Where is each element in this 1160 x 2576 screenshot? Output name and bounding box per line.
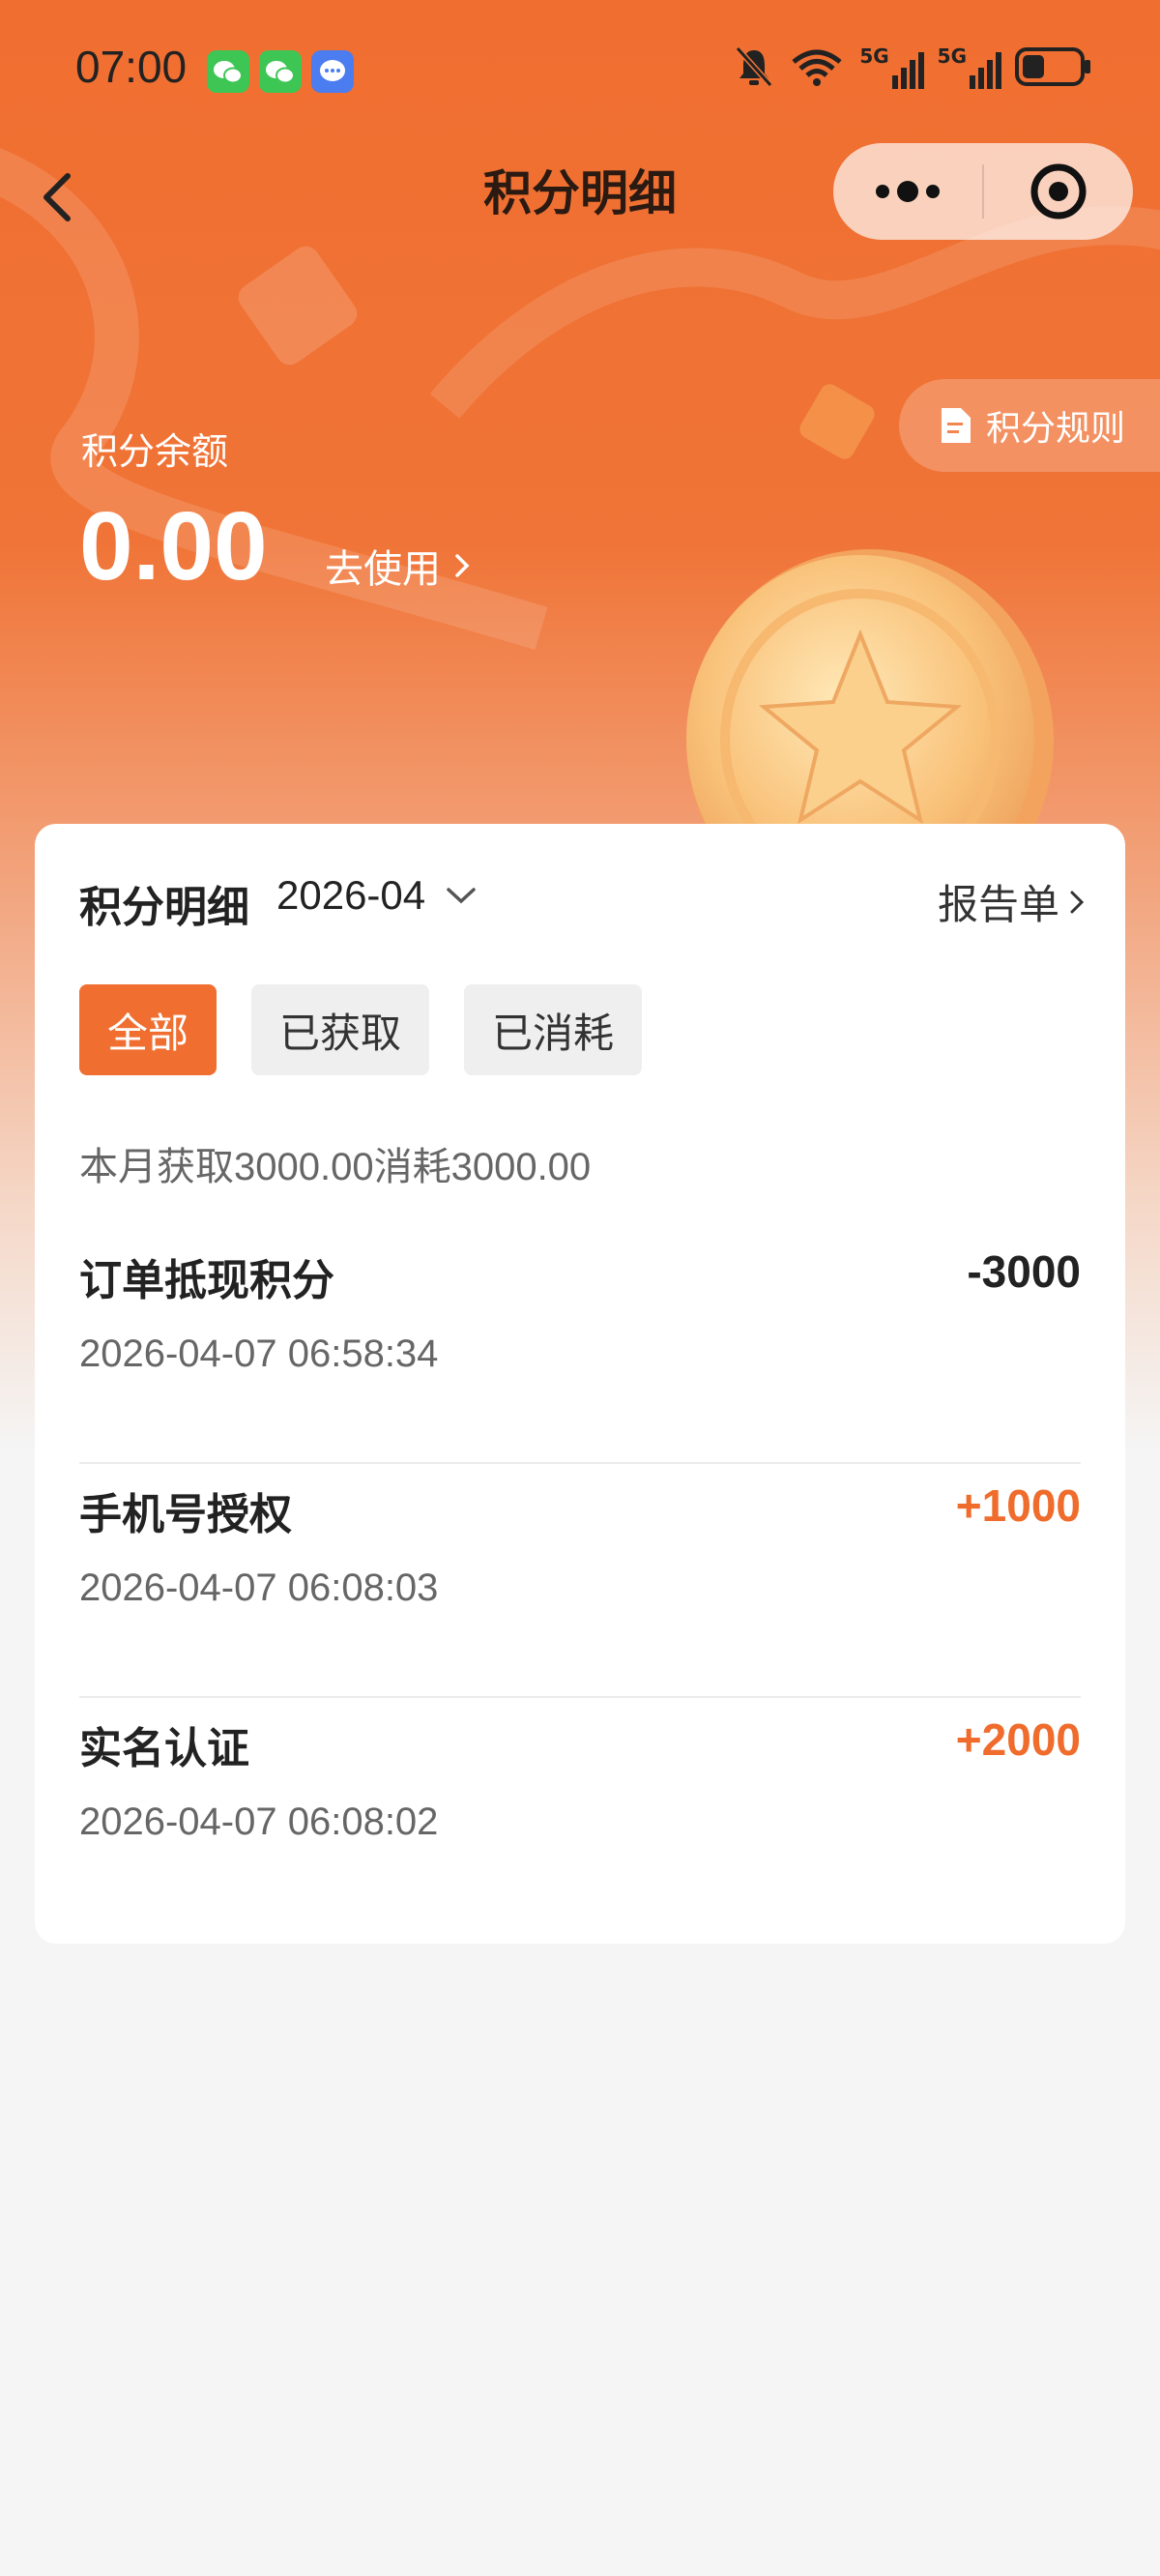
transaction-row[interactable]: 实名认证 +2000 2026-04-07 06:08:02 xyxy=(79,1698,1081,1932)
close-miniprogram-button[interactable] xyxy=(984,143,1133,240)
transaction-amount: -3000 xyxy=(967,1246,1081,1297)
transaction-time: 2026-04-07 06:08:02 xyxy=(79,1800,439,1843)
bell-mute-icon xyxy=(736,45,773,88)
battery-icon xyxy=(1015,47,1090,86)
chevron-right-icon xyxy=(1070,891,1085,913)
transaction-time: 2026-04-07 06:58:34 xyxy=(79,1332,439,1375)
transaction-amount: +2000 xyxy=(955,1714,1081,1765)
wifi-icon xyxy=(792,49,842,86)
target-circle-icon xyxy=(1030,163,1087,220)
wechat-icon xyxy=(207,50,249,93)
transaction-name: 手机号授权 xyxy=(79,1490,292,1539)
transaction-name: 订单抵现积分 xyxy=(79,1256,334,1305)
filter-all[interactable]: 全部 xyxy=(79,984,217,1075)
month-value: 2026-04 xyxy=(276,872,426,918)
more-dots-icon xyxy=(876,181,940,202)
balance-label: 积分余额 xyxy=(81,430,229,473)
card-title: 积分明细 xyxy=(79,883,249,932)
more-button[interactable] xyxy=(833,143,982,240)
wechat-icon xyxy=(259,50,302,93)
transaction-name: 实名认证 xyxy=(79,1724,249,1773)
coin-star-illustration xyxy=(686,549,1054,828)
report-label: 报告单 xyxy=(937,881,1059,928)
filter-consumed[interactable]: 已消耗 xyxy=(464,984,642,1075)
document-icon xyxy=(942,408,971,443)
transaction-row[interactable]: 手机号授权 +1000 2026-04-07 06:08:03 xyxy=(79,1464,1081,1698)
message-icon xyxy=(311,50,354,93)
transaction-time: 2026-04-07 06:08:03 xyxy=(79,1566,439,1609)
5g-signal-icon: 5G xyxy=(859,44,924,89)
month-summary: 本月获取3000.00消耗3000.00 xyxy=(79,1146,592,1188)
month-picker[interactable]: 2026-04 xyxy=(276,872,478,919)
points-rules-label: 积分规则 xyxy=(986,409,1126,449)
network-label: 5G xyxy=(937,44,967,68)
filter-earned[interactable]: 已获取 xyxy=(251,984,429,1075)
go-use-label: 去使用 xyxy=(325,547,441,592)
miniprogram-capsule xyxy=(833,143,1133,240)
transaction-amount: +1000 xyxy=(955,1480,1081,1531)
points-rules-button[interactable]: 积分规则 xyxy=(899,379,1160,472)
status-time: 07:00 xyxy=(75,42,188,92)
transaction-row[interactable]: 订单抵现积分 -3000 2026-04-07 06:58:34 xyxy=(79,1230,1081,1464)
go-use-link[interactable]: 去使用 xyxy=(325,538,472,594)
5g-signal-icon: 5G xyxy=(938,44,1001,89)
filter-tabs: 全部 已获取 已消耗 xyxy=(79,984,642,1075)
network-label: 5G xyxy=(859,44,889,68)
chevron-down-icon xyxy=(447,888,476,904)
status-bar: 07:00 5G 5G xyxy=(0,0,1160,145)
report-link[interactable]: 报告单 xyxy=(938,872,1087,931)
points-detail-card: 积分明细 2026-04 报告单 全部 已获取 已消耗 本月获取3000.00消… xyxy=(35,824,1125,1944)
balance-value: 0.00 xyxy=(79,492,268,600)
chevron-right-icon xyxy=(455,554,470,577)
